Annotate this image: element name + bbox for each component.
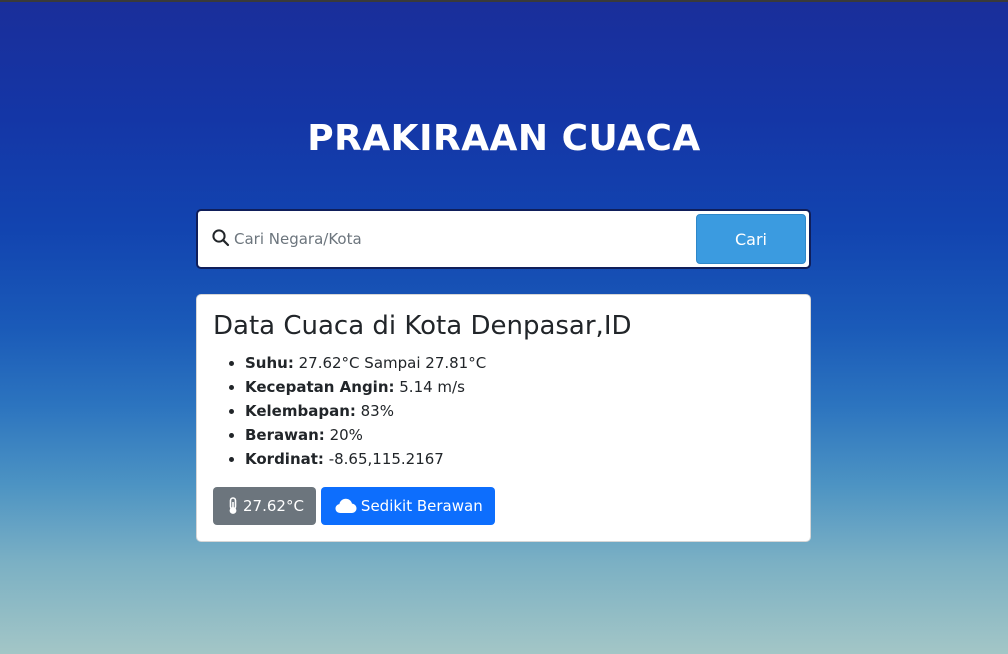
detail-cloudiness: Berawan: 20% (245, 423, 486, 447)
cloud-icon (335, 498, 357, 513)
weather-card: Data Cuaca di Kota Denpasar,ID Suhu: 27.… (196, 294, 811, 542)
detail-humidity: Kelembapan: 83% (245, 399, 486, 423)
weather-condition-badge: Sedikit Berawan (320, 487, 495, 525)
weather-condition-text: Sedikit Berawan (360, 497, 483, 515)
search-bar: Cari (196, 209, 811, 269)
weather-details-list: Suhu: 27.62°C Sampai 27.81°C Kecepatan A… (213, 351, 486, 471)
weather-card-title: Data Cuaca di Kota Denpasar,ID (213, 311, 632, 341)
page: PRAKIRAAN CUACA Cari Data Cuaca di Kota … (0, 2, 1008, 654)
search-button[interactable]: Cari (696, 214, 806, 264)
weather-badges: 27.62°C Sedikit Berawan (213, 487, 495, 525)
detail-wind-speed: Kecepatan Angin: 5.14 m/s (245, 375, 486, 399)
temperature-badge: 27.62°C (213, 487, 316, 525)
detail-coordinates: Kordinat: -8.65,115.2167 (245, 447, 486, 471)
thermometer-icon (229, 497, 237, 514)
detail-temperature-range: Suhu: 27.62°C Sampai 27.81°C (245, 351, 486, 375)
temperature-badge-text: 27.62°C (243, 497, 304, 515)
search-icon (212, 229, 230, 247)
page-title: PRAKIRAAN CUACA (307, 118, 701, 159)
search-input[interactable] (234, 223, 684, 255)
